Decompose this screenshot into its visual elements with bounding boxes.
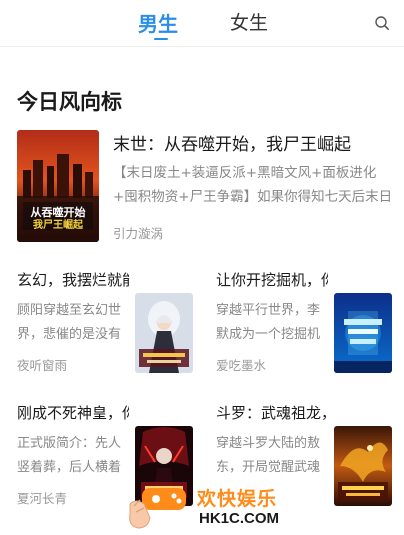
- tab-male[interactable]: 男生: [138, 8, 178, 37]
- book-title[interactable]: 刚成不死神皇，你让我逆袭: [17, 402, 129, 423]
- book-card[interactable]: 让你开挖掘机，你挖出神迹 穿越平行世界，李默成为一个挖掘机司机 爱吃墨水: [216, 269, 404, 377]
- book-title[interactable]: 斗罗：武魂祖龙，我打造最强: [216, 402, 328, 423]
- search-icon[interactable]: [374, 15, 390, 31]
- book-cover[interactable]: [334, 293, 392, 373]
- book-author: 夏河长青: [17, 491, 68, 506]
- book-description: 穿越平行世界，李默成为一个挖掘机司机: [216, 303, 321, 342]
- book-description: 顾阳穿越至玄幻世界，悲催的是没有系统: [17, 303, 122, 342]
- book-cover[interactable]: [334, 426, 392, 506]
- watermark-text: 欢快娱乐: [197, 488, 278, 510]
- top-bar: 男生 女生: [0, 0, 404, 47]
- book-author: 夜听窗雨: [17, 358, 68, 373]
- book-cover[interactable]: [135, 293, 193, 373]
- book-author: 爱吃墨水: [216, 358, 267, 373]
- tab-active-indicator: [154, 38, 168, 40]
- book-title[interactable]: 玄幻，我摆烂就能变强: [17, 269, 129, 290]
- watermark-url: HK1C.COM: [199, 510, 280, 527]
- svg-text:我尸王崛起: 我尸王崛起: [33, 218, 84, 231]
- book-description: 正式版简介：先人竖着葬，后人横着出: [17, 436, 122, 475]
- book-title[interactable]: 让你开挖掘机，你挖出神迹: [216, 269, 328, 290]
- featured-book[interactable]: 从吞噬开始 我尸王崛起 末世：从吞噬开始，我尸王崛起 【末日废土+装逼反派+黑暗…: [0, 128, 404, 246]
- featured-book-description: 【末日废土+装逼反派+黑暗文风+面板进化+囤积物资+尸王争霸】如果你得知七天后末…: [113, 165, 393, 205]
- featured-book-author: 引力漩涡: [113, 226, 164, 241]
- featured-book-cover[interactable]: 从吞噬开始 我尸王崛起: [17, 130, 99, 242]
- book-description: 穿越斗罗大陆的敖东，开局觉醒武魂祖龙: [216, 436, 321, 475]
- book-card[interactable]: 玄幻，我摆烂就能变强 顾阳穿越至玄幻世界，悲催的是没有系统 夜听窗雨: [17, 269, 207, 377]
- gamepad-hand-icon: [129, 488, 186, 529]
- featured-book-title[interactable]: 末世：从吞噬开始，我尸王崛起: [113, 130, 398, 155]
- svg-text:从吞噬开始: 从吞噬开始: [31, 205, 86, 219]
- tab-female[interactable]: 女生: [230, 8, 268, 35]
- watermark-logo: 欢快娱乐 HK1C.COM: [126, 474, 286, 532]
- section-title: 今日风向标: [17, 90, 122, 114]
